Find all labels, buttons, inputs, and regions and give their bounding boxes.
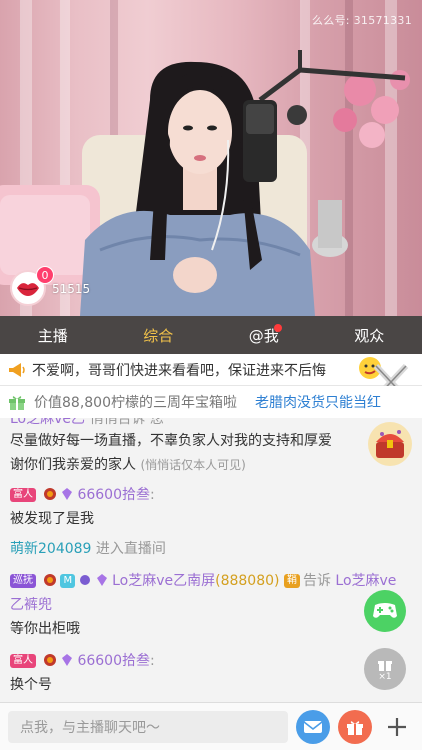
fan-badge-icon — [44, 654, 57, 666]
chat-message: Lo芝麻ve乙 悄悄告诉 您 — [10, 418, 164, 430]
level-badge: M — [60, 574, 76, 588]
gift-broadcast-text: 价值88,800柠檬的三周年宝箱啦 — [34, 395, 237, 411]
flower-icon — [80, 575, 91, 585]
fan-badge-icon — [44, 574, 57, 586]
plus-icon — [388, 718, 406, 736]
treasure-chest-button[interactable] — [366, 420, 414, 468]
rich-badge: 富人 — [10, 488, 36, 502]
chat-username[interactable]: Lo芝麻ve乙南屏 — [112, 573, 215, 589]
announcement-bar[interactable]: 不爱啊，哥哥们快进来看看吧，保证进来不后悔 — [0, 354, 422, 401]
chat-target-username[interactable]: Lo芝麻ve — [335, 573, 396, 589]
tab-general[interactable]: 综合 — [106, 316, 212, 354]
gamepad-icon — [373, 603, 397, 618]
chat-username[interactable]: Lo芝麻ve乙 — [10, 418, 85, 427]
chat-message: 巡抚 M Lo芝麻ve乙南屏(888080) 鞘告诉 Lo芝麻ve — [10, 570, 396, 592]
chat-message: 等你出柜哦 — [10, 621, 80, 637]
chat-list[interactable]: Lo芝麻ve乙 悄悄告诉 您 尽量做好每一场直播，不辜负家人对我的支持和厚爱 谢… — [0, 418, 422, 702]
chat-message: 富人 66600拾叁: — [10, 650, 155, 672]
send-gift-button[interactable] — [338, 710, 372, 744]
chat-username[interactable]: 66600拾叁 — [77, 653, 150, 669]
unread-dot — [274, 324, 283, 332]
bottom-bar: 点我，与主播聊天吧～ — [0, 702, 422, 750]
chat-message: 谢你们我亲爱的家人 (悄悄话仅本人可见) — [10, 454, 246, 476]
room-id-label: 么么号: 31571331 — [311, 14, 412, 27]
gift-icon — [347, 721, 363, 735]
gift-broadcast-bar[interactable]: 价值88,800柠檬的三周年宝箱啦 老腊肉没货只能当红 — [0, 386, 422, 418]
chat-action: 悄悄告诉 您 — [89, 418, 164, 427]
diamond-icon — [62, 654, 73, 666]
tab-host[interactable]: 主播 — [0, 316, 106, 354]
fan-badge-icon — [44, 488, 57, 500]
envelope-icon — [303, 721, 323, 733]
chat-message: 换个号 — [10, 677, 52, 693]
rich-badge: 富人 — [10, 654, 36, 668]
chat-message: 尽量做好每一场直播，不辜负家人对我的支持和厚爱 — [10, 433, 332, 449]
chat-colon: : — [150, 487, 155, 503]
user-score: (888080) — [215, 573, 280, 589]
tab-host-label: 主播 — [37, 326, 68, 345]
announcement-text: 不爱啊，哥哥们快进来看看吧，保证进来不后悔 — [32, 362, 326, 379]
chat-message: 富人 66600拾叁: — [10, 484, 155, 506]
chat-username[interactable]: 66600拾叁 — [77, 487, 150, 503]
gift-broadcast-link[interactable]: 老腊肉没货只能当红 — [255, 392, 381, 412]
chat-message: 乙裤兜 — [10, 597, 52, 613]
gift-count: ×1 — [378, 672, 392, 682]
lips-icon — [17, 283, 39, 296]
chat-input[interactable]: 点我，与主播聊天吧～ — [8, 711, 288, 743]
treasure-chest-icon — [368, 422, 412, 466]
enter-room-text: 进入直播间 — [95, 541, 166, 557]
grade-badge: 鞘 — [283, 574, 300, 588]
private-message-button[interactable] — [296, 710, 330, 744]
gift-icon — [378, 661, 392, 671]
whisper-note: (悄悄话仅本人可见) — [140, 458, 246, 472]
chat-message: 被发现了是我 — [10, 511, 94, 527]
diamond-icon — [62, 488, 73, 500]
tab-general-label: 综合 — [143, 326, 174, 345]
video-frame — [0, 0, 410, 316]
governor-badge: 巡抚 — [10, 574, 36, 588]
gift-queue-button[interactable]: ×1 — [364, 648, 406, 690]
chat-enter-message: 萌新204089 进入直播间 — [10, 538, 166, 560]
chat-action: 告诉 — [302, 573, 331, 589]
viewer-count: 51515 — [52, 282, 91, 296]
gift-box-icon — [9, 396, 25, 410]
megaphone-icon — [9, 362, 25, 377]
follow-heart-button[interactable]: 0 — [10, 266, 54, 306]
diamond-icon — [97, 574, 108, 586]
tab-mentions[interactable]: @我 — [211, 316, 317, 354]
tab-audience[interactable]: 观众 — [317, 316, 422, 354]
game-button[interactable] — [364, 590, 406, 632]
tab-audience-label: 观众 — [354, 326, 385, 345]
more-button[interactable] — [380, 710, 414, 744]
live-video[interactable]: 么么号: 31571331 0 51515 — [0, 0, 422, 316]
chat-username[interactable]: 萌新204089 — [10, 541, 91, 557]
tab-bar: 主播 综合 @我 观众 — [0, 316, 422, 354]
chat-colon: : — [150, 653, 155, 669]
chat-text: 谢你们我亲爱的家人 — [10, 457, 136, 473]
